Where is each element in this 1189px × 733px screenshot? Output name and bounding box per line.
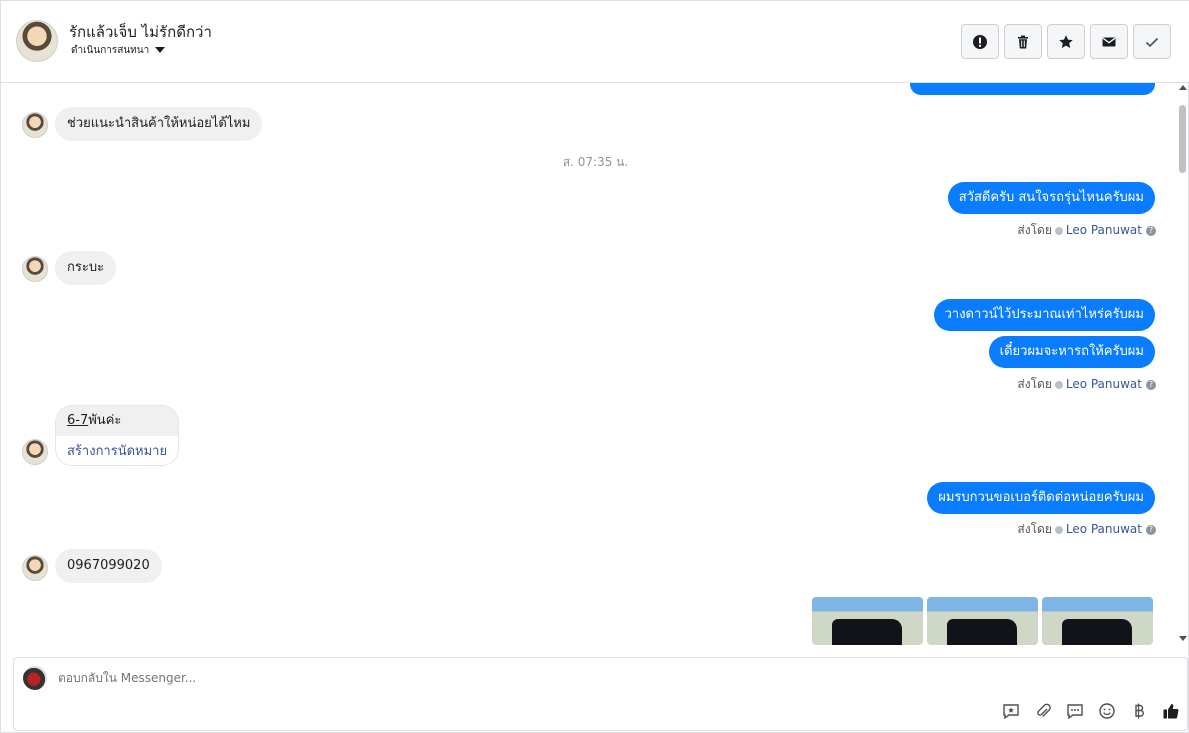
envelope-icon — [1102, 37, 1116, 46]
reply-composer — [13, 657, 1188, 731]
outgoing-message: ผมรบกวนขอเบอร์ติดต่อหน่อยครับผม — [927, 482, 1155, 514]
conversation-status-label: ดำเนินการสนทนา — [71, 45, 150, 56]
message-thread[interactable]: ช่วยแนะนำสินค้าให้หน่อยได้ไหม ส. 07:35 น… — [1, 83, 1179, 645]
sent-by-label: ส่งโดย Leo Panuwat? — [1017, 375, 1156, 394]
sent-by-prefix: ส่งโดย — [1017, 377, 1052, 391]
contact-avatar-small — [22, 439, 48, 465]
mark-done-button[interactable] — [1133, 24, 1171, 59]
outgoing-message: เดี๋ยวผมจะหารถให้ครับผม — [988, 336, 1155, 368]
scroll-thumb[interactable] — [1179, 105, 1186, 173]
sent-by-label: ส่งโดย Leo Panuwat? — [1017, 520, 1156, 539]
attachment-photo[interactable] — [812, 597, 923, 645]
sent-by-label: ส่งโดย Leo Panuwat? — [1017, 221, 1156, 240]
sender-name[interactable]: Leo Panuwat — [1066, 223, 1142, 237]
incoming-message: ช่วยแนะนำสินค้าให้หน่อยได้ไหม — [55, 107, 263, 141]
contact-avatar[interactable] — [16, 20, 58, 62]
alert-icon — [973, 34, 987, 49]
page-avatar — [23, 666, 47, 690]
outgoing-message-partial — [910, 83, 1155, 95]
like-button[interactable] — [1160, 700, 1181, 721]
composer-toolbar — [1000, 700, 1181, 721]
incoming-message: กระบะ — [55, 251, 117, 285]
checkmark-icon — [1145, 37, 1159, 47]
verified-dot-icon — [1054, 226, 1063, 235]
verified-dot-icon — [1054, 380, 1063, 389]
scroll-down-arrow[interactable] — [1179, 636, 1187, 641]
help-icon[interactable]: ? — [1146, 225, 1156, 236]
paperclip-icon — [1036, 703, 1051, 717]
incoming-message: 0967099020 — [55, 549, 162, 583]
delete-button[interactable] — [1004, 24, 1042, 59]
incoming-message-text: 6-7พันค่ะ — [56, 406, 178, 436]
emoji-button[interactable] — [1096, 700, 1117, 721]
baht-currency-icon — [1134, 703, 1144, 718]
contact-name[interactable]: รักแล้วเจ็บ ไม่รักดีกว่า — [69, 20, 212, 44]
verified-dot-icon — [1054, 525, 1063, 534]
smiley-icon — [1098, 702, 1115, 719]
attachment-photo[interactable] — [1042, 597, 1153, 645]
thumbs-up-icon — [1163, 703, 1178, 718]
star-button[interactable] — [1047, 24, 1085, 59]
incoming-message-with-action: 6-7พันค่ะ สร้างการนัดหมาย — [55, 405, 179, 466]
star-icon — [1059, 34, 1073, 48]
help-icon[interactable]: ? — [1146, 379, 1156, 390]
header-actions — [961, 24, 1171, 59]
attach-file-button[interactable] — [1032, 700, 1053, 721]
contact-avatar-small — [22, 256, 48, 282]
chat-bubble-icon — [1066, 703, 1083, 719]
detected-date-link[interactable]: 6-7 — [67, 413, 88, 428]
mark-spam-button[interactable] — [961, 24, 999, 59]
caret-down-icon — [155, 47, 166, 53]
sender-name[interactable]: Leo Panuwat — [1066, 522, 1142, 536]
outgoing-message: วางดาวน์ไว้ประมาณเท่าไหร่ครับผม — [933, 299, 1155, 331]
attachment-photo[interactable] — [927, 597, 1038, 645]
conversation-status-dropdown[interactable]: ดำเนินการสนทนา — [71, 43, 166, 58]
create-appointment-link[interactable]: สร้างการนัดหมาย — [56, 436, 178, 465]
conversation-header: รักแล้วเจ็บ ไม่รักดีกว่า ดำเนินการสนทนา — [1, 1, 1189, 83]
message-text-rest: พันค่ะ — [88, 413, 122, 428]
payment-button[interactable] — [1128, 700, 1149, 721]
scroll-up-arrow[interactable] — [1179, 85, 1187, 90]
thread-scrollbar[interactable] — [1177, 83, 1188, 645]
mark-unread-button[interactable] — [1090, 24, 1128, 59]
messenger-conversation-panel: รักแล้วเจ็บ ไม่รักดีกว่า ดำเนินการสนทนา — [0, 0, 1189, 733]
outgoing-message: สวัสดีครับ สนใจรถรุ่นไหนครับผม — [947, 182, 1155, 214]
help-icon[interactable]: ? — [1146, 524, 1156, 535]
sent-by-prefix: ส่งโดย — [1017, 223, 1052, 237]
reply-input[interactable] — [58, 671, 658, 685]
quick-reply-button[interactable] — [1064, 700, 1085, 721]
saved-reply-icon — [1002, 703, 1019, 719]
trash-icon — [1018, 35, 1028, 48]
message-timestamp: ส. 07:35 น. — [562, 155, 629, 169]
contact-avatar-small — [22, 112, 48, 138]
sent-by-prefix: ส่งโดย — [1017, 522, 1052, 536]
sender-name[interactable]: Leo Panuwat — [1066, 377, 1142, 391]
saved-replies-button[interactable] — [1000, 700, 1021, 721]
contact-avatar-small — [22, 555, 48, 581]
